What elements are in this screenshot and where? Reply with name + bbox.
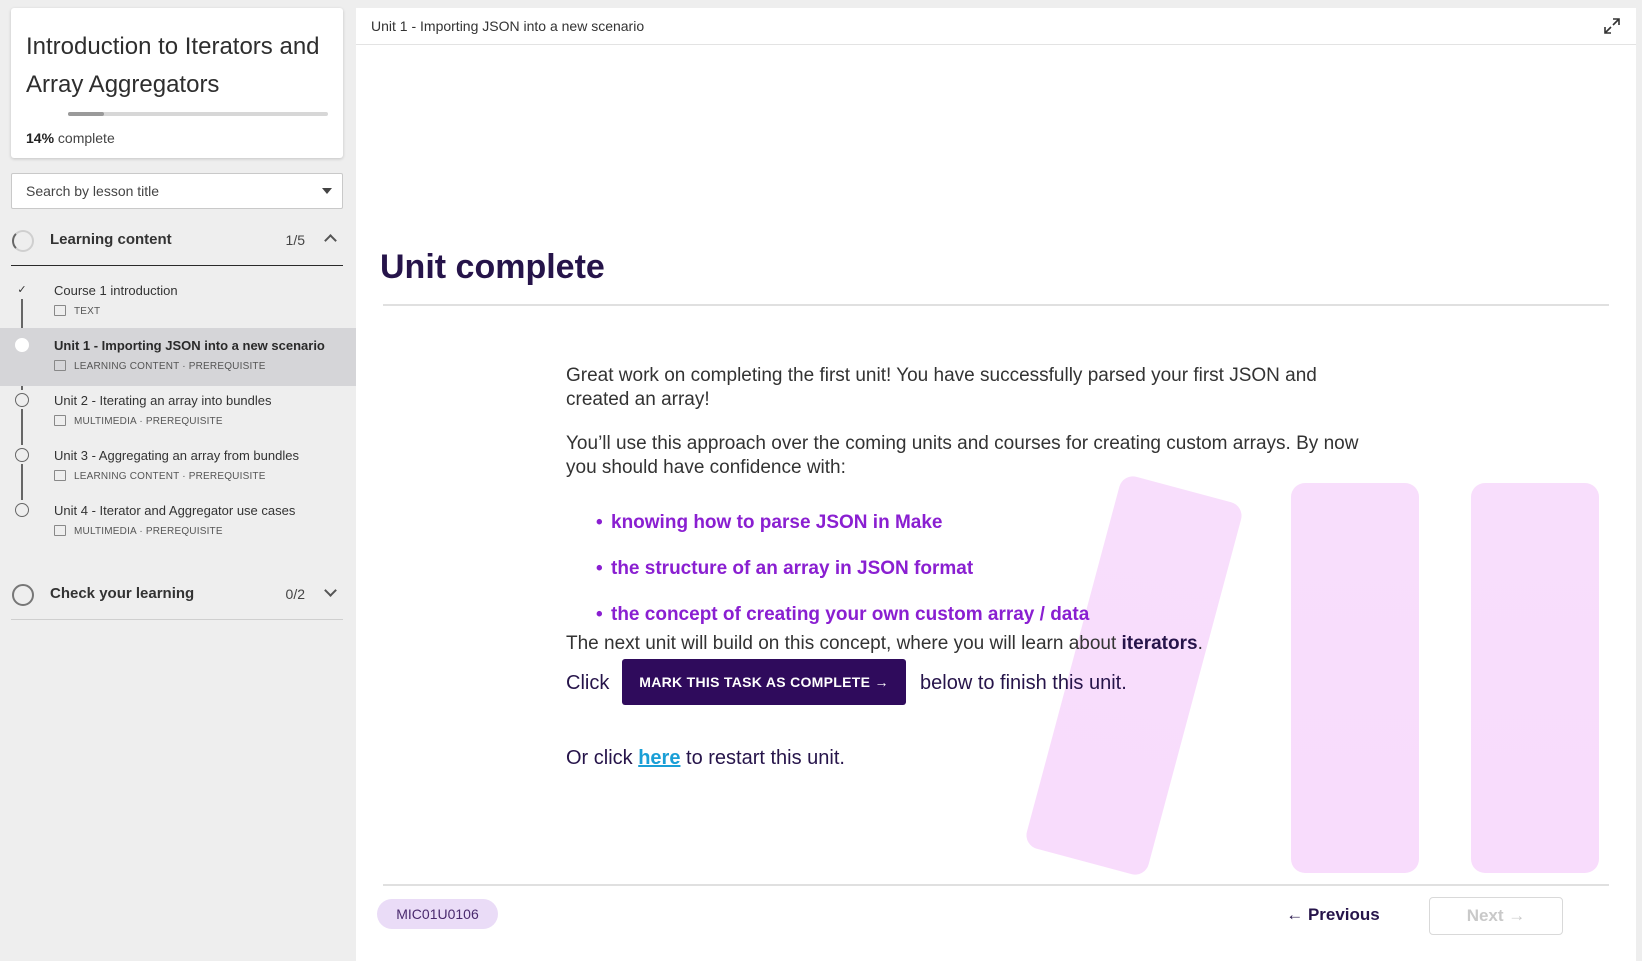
lesson-meta: TEXT: [54, 305, 100, 317]
lesson-viewer: Unit 1 - Importing JSON into a new scena…: [356, 8, 1636, 961]
iterators-term: iterators: [1121, 633, 1198, 654]
next-unit-paragraph: The next unit will build on this concept…: [566, 633, 1203, 654]
section-title: Check your learning: [50, 585, 195, 602]
lesson-item-current[interactable]: Unit 1 - Importing JSON into a new scena…: [0, 328, 356, 386]
confidence-paragraph: You’ll use this approach over the coming…: [566, 433, 1359, 478]
current-lesson-dot-icon: [15, 338, 29, 352]
lesson-title: Unit 3 - Aggregating an array from bundl…: [54, 448, 299, 463]
lesson-dot-icon: [15, 503, 29, 517]
lesson-dot-icon: [15, 448, 29, 462]
lesson-meta: LEARNING CONTENT · PREREQUISITE: [54, 470, 266, 482]
previous-button[interactable]: ← Previous: [1278, 897, 1388, 933]
lesson-dot-icon: [15, 393, 29, 407]
course-title: Introduction to Iterators and Array Aggr…: [26, 33, 320, 98]
lesson-title: Unit 1 - Importing JSON into a new scena…: [54, 338, 325, 353]
image-icon: [54, 470, 66, 481]
lesson-item[interactable]: Unit 3 - Aggregating an array from bundl…: [0, 438, 356, 496]
dropdown-caret-icon[interactable]: [322, 188, 332, 194]
progress-fill: [68, 112, 105, 116]
chevron-up-icon[interactable]: [324, 234, 337, 247]
lesson-code-badge: MIC01U0106: [377, 899, 498, 929]
image-icon: [54, 360, 66, 371]
progress-suffix: complete: [57, 130, 115, 146]
lesson-topbar-title: Unit 1 - Importing JSON into a new scena…: [371, 18, 645, 34]
document-icon: [54, 305, 66, 316]
lesson-item[interactable]: Unit 2 - Iterating an array into bundles…: [0, 383, 356, 441]
lesson-meta: LEARNING CONTENT · PREREQUISITE: [54, 360, 266, 372]
click-label: Click: [566, 672, 610, 694]
section-count: 0/2: [285, 586, 305, 602]
lesson-title: Course 1 introduction: [54, 283, 178, 298]
lesson-meta: MULTIMEDIA · PREREQUISITE: [54, 525, 223, 537]
image-icon: [54, 415, 66, 426]
section-title: Learning content: [50, 231, 172, 248]
mark-complete-button[interactable]: MARK THIS TASK AS COMPLETE →: [622, 659, 906, 705]
restart-row: Or click here to restart this unit.: [566, 747, 845, 769]
learning-outcomes-list: knowing how to parse JSON in Make the st…: [596, 512, 1089, 650]
list-item: the structure of an array in JSON format: [596, 558, 1089, 604]
lesson-meta: MULTIMEDIA · PREREQUISITE: [54, 415, 223, 427]
lesson-title: Unit 2 - Iterating an array into bundles: [54, 393, 272, 408]
next-button[interactable]: Next →: [1429, 897, 1563, 935]
search-input[interactable]: [12, 174, 312, 208]
intro-paragraph: Great work on completing the first unit!…: [566, 365, 1317, 410]
section-progress-ring-icon: [12, 230, 34, 252]
progress-text: 14% complete: [26, 130, 115, 146]
list-item: knowing how to parse JSON in Make: [596, 512, 1089, 558]
mark-complete-row: Click MARK THIS TASK AS COMPLETE → below…: [566, 659, 1366, 707]
divider: [383, 304, 1609, 306]
restart-link[interactable]: here: [638, 747, 680, 769]
divider: [383, 884, 1609, 886]
check-icon: ✓: [17, 284, 27, 296]
section-count: 1/5: [285, 232, 305, 248]
lesson-title: Unit 4 - Iterator and Aggregator use cas…: [54, 503, 296, 518]
expand-icon[interactable]: [1602, 16, 1622, 36]
sidebar: Introduction to Iterators and Array Aggr…: [0, 0, 356, 961]
image-icon: [54, 525, 66, 536]
decorative-shape: [1471, 483, 1599, 873]
chevron-down-icon[interactable]: [324, 584, 337, 597]
progress-bar: [68, 112, 328, 116]
progress-percent: 14%: [26, 130, 55, 146]
section-check-your-learning[interactable]: Check your learning 0/2: [11, 570, 343, 620]
course-card: Introduction to Iterators and Array Aggr…: [11, 8, 343, 158]
lesson-item[interactable]: Unit 4 - Iterator and Aggregator use cas…: [0, 493, 356, 551]
section-progress-ring-icon: [12, 584, 34, 606]
lesson-topbar: Unit 1 - Importing JSON into a new scena…: [356, 8, 1636, 45]
finish-label: below to finish this unit.: [920, 672, 1127, 694]
lesson-item[interactable]: ✓ Course 1 introduction TEXT: [0, 273, 356, 331]
page-title: Unit complete: [380, 248, 605, 286]
section-learning-content[interactable]: Learning content 1/5: [11, 216, 343, 266]
lesson-search[interactable]: [11, 173, 343, 209]
